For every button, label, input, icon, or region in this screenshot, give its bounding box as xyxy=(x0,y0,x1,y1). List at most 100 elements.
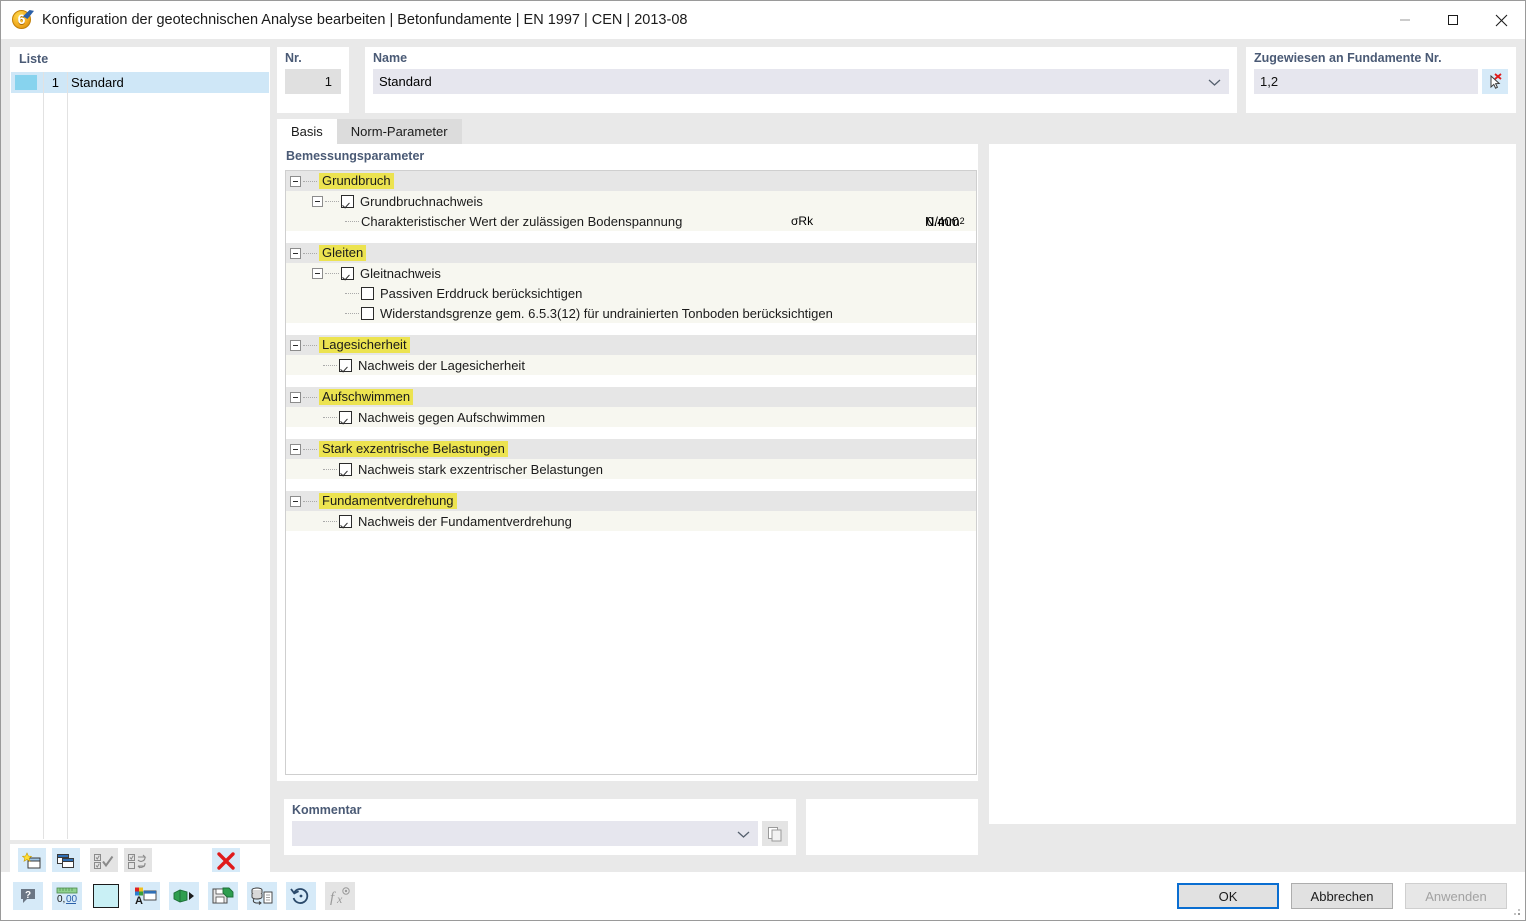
tree-item-row[interactable]: Nachweis gegen Aufschwimmen xyxy=(286,407,976,427)
list-caption: Liste xyxy=(11,48,269,70)
tree-spacer xyxy=(286,231,976,243)
collapse-icon[interactable] xyxy=(290,247,301,259)
tree-item-row[interactable]: Gleitnachweis xyxy=(286,263,976,283)
assigned-input[interactable]: 1,2 xyxy=(1254,69,1478,94)
list-item[interactable]: 1 Standard xyxy=(11,72,269,93)
tree-group-row[interactable]: Gleiten xyxy=(286,243,976,263)
chevron-down-icon xyxy=(1208,74,1221,89)
question-balloon-icon[interactable]: ? xyxy=(13,882,43,910)
number-format-icon[interactable]: 0, 00 xyxy=(52,882,82,910)
number-field-group: Nr. 1 xyxy=(277,47,349,113)
tree-body: Grundbruch Grundbruchnachweis Charakteri… xyxy=(286,171,976,531)
unit-exponent: 2 xyxy=(959,216,965,226)
resize-grip[interactable] xyxy=(1510,905,1522,917)
tree-item-row[interactable]: Nachweis der Fundamentverdrehung xyxy=(286,511,976,531)
database-transfer-icon[interactable] xyxy=(247,882,277,910)
checkbox[interactable] xyxy=(339,514,352,528)
green-box-arrow-icon[interactable] xyxy=(169,882,199,910)
green-floppy-icon[interactable] xyxy=(208,882,238,910)
number-input[interactable]: 1 xyxy=(285,69,341,94)
tree-group-label: Stark exzentrische Belastungen xyxy=(319,441,508,457)
list-grid: 1 Standard xyxy=(11,72,269,839)
number-label: Nr. xyxy=(285,51,302,65)
copy-window-icon[interactable] xyxy=(52,848,80,874)
chevron-down-icon xyxy=(737,826,750,841)
tree-item-label: Gleitnachweis xyxy=(360,265,441,281)
tree-group-row[interactable]: Grundbruch xyxy=(286,171,976,191)
parameter-tree[interactable]: Grundbruch Grundbruchnachweis Charakteri… xyxy=(285,170,977,775)
close-icon[interactable] xyxy=(1477,1,1525,39)
checkbox[interactable] xyxy=(339,358,352,372)
collapse-icon[interactable] xyxy=(290,175,301,187)
svg-text:A: A xyxy=(135,895,143,906)
tree-group-label: Gleiten xyxy=(319,245,367,261)
ok-button[interactable]: OK xyxy=(1177,883,1279,909)
palette-label-icon[interactable]: A xyxy=(130,882,160,910)
assigned-field-group: Zugewiesen an Fundamente Nr. 1,2 xyxy=(1246,47,1516,113)
dialog-window: 6 Konfiguration der geotechnischen Analy… xyxy=(0,0,1526,921)
status-toolbar: ? 0, 00 A f x xyxy=(1,882,355,910)
tree-item-row[interactable]: Nachweis der Lagesicherheit xyxy=(286,355,976,375)
tree-item-label: Nachweis der Lagesicherheit xyxy=(358,357,525,373)
tab-basis[interactable]: Basis xyxy=(277,119,337,144)
checkbox[interactable] xyxy=(341,266,354,280)
undo-circle-icon[interactable] xyxy=(286,882,316,910)
copy-pages-icon[interactable] xyxy=(762,821,788,846)
svg-text:f: f xyxy=(330,890,336,906)
tree-item-row[interactable]: Nachweis stark exzentrischer Belastungen xyxy=(286,459,976,479)
dlubal-6-icon: 6 xyxy=(11,9,34,31)
new-window-star-icon[interactable] xyxy=(18,848,46,874)
color-swatch-icon[interactable] xyxy=(91,882,121,910)
red-x-icon[interactable] xyxy=(212,848,240,874)
tree-item-label: Nachweis gegen Aufschwimmen xyxy=(358,409,546,425)
name-combobox[interactable]: Standard xyxy=(373,69,1229,94)
collapse-icon[interactable] xyxy=(312,195,323,207)
comment-side-panel xyxy=(806,799,978,855)
tree-item-label: Passiven Erddruck berücksichtigen xyxy=(380,285,583,301)
checkbox[interactable] xyxy=(361,306,374,320)
svg-text:?: ? xyxy=(25,890,31,901)
tree-group-row[interactable]: Aufschwimmen xyxy=(286,387,976,407)
status-bar: ? 0, 00 A f x OK Abbrechen Anwenden xyxy=(1,872,1525,920)
detail-caption: Bemessungsparameter xyxy=(286,149,425,163)
comment-combobox[interactable] xyxy=(292,821,758,846)
tree-item-row[interactable]: Grundbruchnachweis xyxy=(286,191,976,211)
tree-item-row[interactable]: Passiven Erddruck berücksichtigen xyxy=(286,283,976,303)
tree-spacer xyxy=(286,375,976,387)
comment-label: Kommentar xyxy=(292,803,362,817)
tree-spacer xyxy=(286,323,976,335)
apply-button: Anwenden xyxy=(1405,883,1507,909)
tree-item-row[interactable]: Charakteristischer Wert der zulässigen B… xyxy=(286,211,976,231)
tree-group-row[interactable]: Fundamentverdrehung xyxy=(286,491,976,511)
collapse-icon[interactable] xyxy=(290,495,301,507)
minimize-icon[interactable] xyxy=(1381,1,1429,39)
select-pointer-deselect-icon[interactable] xyxy=(1482,69,1508,94)
collapse-icon[interactable] xyxy=(312,267,323,279)
parameter-unit: N/mm 2 xyxy=(917,211,965,231)
collapse-icon[interactable] xyxy=(290,391,301,403)
list-item-index: 1 xyxy=(43,75,65,90)
collapse-icon[interactable] xyxy=(290,339,301,351)
tree-group-row[interactable]: Stark exzentrische Belastungen xyxy=(286,439,976,459)
tree-spacer xyxy=(286,427,976,439)
dialog-buttons: OK Abbrechen Anwenden xyxy=(1177,883,1525,909)
tree-group-label: Lagesicherheit xyxy=(319,337,410,353)
tree-item-row[interactable]: Widerstandsgrenze gem. 6.5.3(12) für und… xyxy=(286,303,976,323)
preview-panel xyxy=(989,144,1516,824)
tree-item-label: Nachweis stark exzentrischer Belastungen xyxy=(358,461,603,477)
tree-group-label: Fundamentverdrehung xyxy=(319,493,457,509)
collapse-icon[interactable] xyxy=(290,443,301,455)
checkbox[interactable] xyxy=(361,286,374,300)
maximize-icon[interactable] xyxy=(1429,1,1477,39)
cancel-button[interactable]: Abbrechen xyxy=(1291,883,1393,909)
list-item-label: Standard xyxy=(71,75,124,90)
tree-group-row[interactable]: Lagesicherheit xyxy=(286,335,976,355)
tab-norm-parameter[interactable]: Norm-Parameter xyxy=(336,119,462,144)
detail-panel: Bemessungsparameter Grundbruch Grundbruc… xyxy=(277,144,978,781)
checkbox[interactable] xyxy=(339,462,352,476)
header-fields: Nr. 1 Name Standard Zugewiesen an Fundam… xyxy=(277,47,1516,113)
tree-item-label: Grundbruchnachweis xyxy=(360,193,483,209)
checkbox[interactable] xyxy=(341,194,354,208)
checkbox[interactable] xyxy=(339,410,352,424)
comment-panel: Kommentar xyxy=(284,799,796,855)
